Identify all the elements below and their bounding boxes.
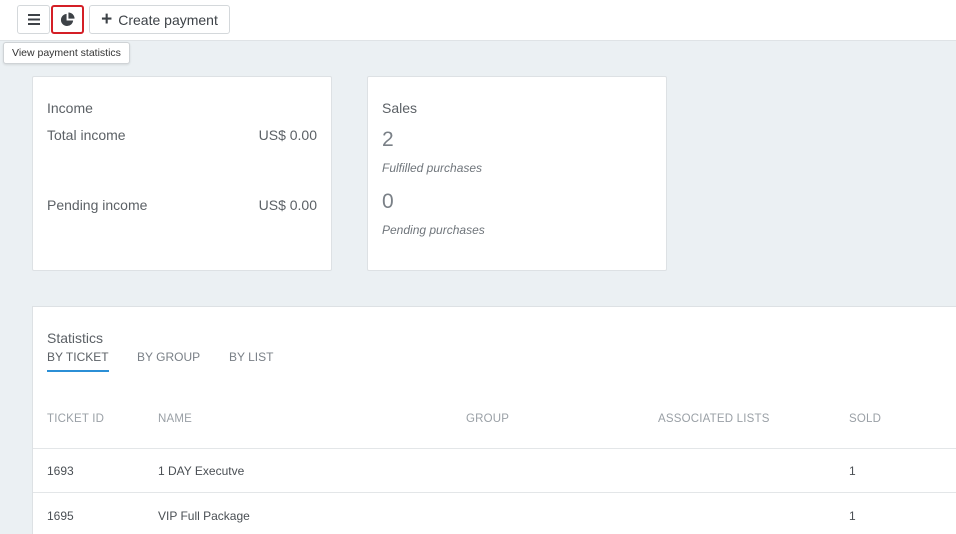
tab-by-list[interactable]: BY LIST [229, 350, 273, 370]
pending-income-value: US$ 0.00 [258, 197, 317, 213]
column-header-name[interactable]: NAME [158, 413, 192, 425]
column-header-group[interactable]: GROUP [466, 413, 509, 425]
pending-label: Pending purchases [382, 223, 485, 237]
income-card: Income Total income US$ 0.00 Pending inc… [32, 76, 332, 271]
row-divider [33, 492, 956, 493]
statistics-panel: Statistics BY TICKET BY GROUP BY LIST TI… [32, 306, 956, 534]
stats-tooltip: View payment statistics [3, 42, 130, 64]
fulfilled-label: Fulfilled purchases [382, 161, 483, 175]
create-payment-label: Create payment [118, 11, 218, 28]
create-payment-button[interactable]: + Create payment [89, 5, 230, 34]
plus-icon: + [101, 9, 113, 30]
column-header-sold[interactable]: SOLD [849, 413, 881, 425]
column-header-ticket-id[interactable]: TICKET ID [47, 413, 104, 425]
statistics-title: Statistics [47, 330, 104, 346]
pending-income-label: Pending income [47, 197, 148, 213]
pie-chart-icon [60, 12, 75, 27]
cell-ticket-id: 1693 [47, 464, 74, 478]
sales-title: Sales [382, 100, 418, 116]
tab-by-ticket[interactable]: BY TICKET [47, 350, 109, 372]
cell-sold: 1 [849, 509, 856, 523]
cell-name: 1 DAY Executve [158, 464, 245, 478]
cell-sold: 1 [849, 464, 856, 478]
top-toolbar: + Create payment [0, 0, 956, 41]
income-title: Income [47, 100, 93, 116]
payment-statistics-button[interactable] [51, 5, 84, 34]
hamburger-menu-icon [27, 14, 40, 25]
pending-count: 0 [382, 190, 394, 213]
sales-card: Sales 2 Fulfilled purchases 0 Pending pu… [367, 76, 667, 271]
total-income-value: US$ 0.00 [258, 127, 317, 143]
total-income-label: Total income [47, 127, 126, 143]
column-header-associated-lists[interactable]: ASSOCIATED LISTS [658, 413, 770, 425]
cell-ticket-id: 1695 [47, 509, 74, 523]
header-divider [33, 448, 956, 449]
cell-name: VIP Full Package [158, 509, 250, 523]
fulfilled-count: 2 [382, 128, 394, 151]
tab-by-group[interactable]: BY GROUP [137, 350, 200, 370]
menu-button[interactable] [17, 5, 50, 34]
